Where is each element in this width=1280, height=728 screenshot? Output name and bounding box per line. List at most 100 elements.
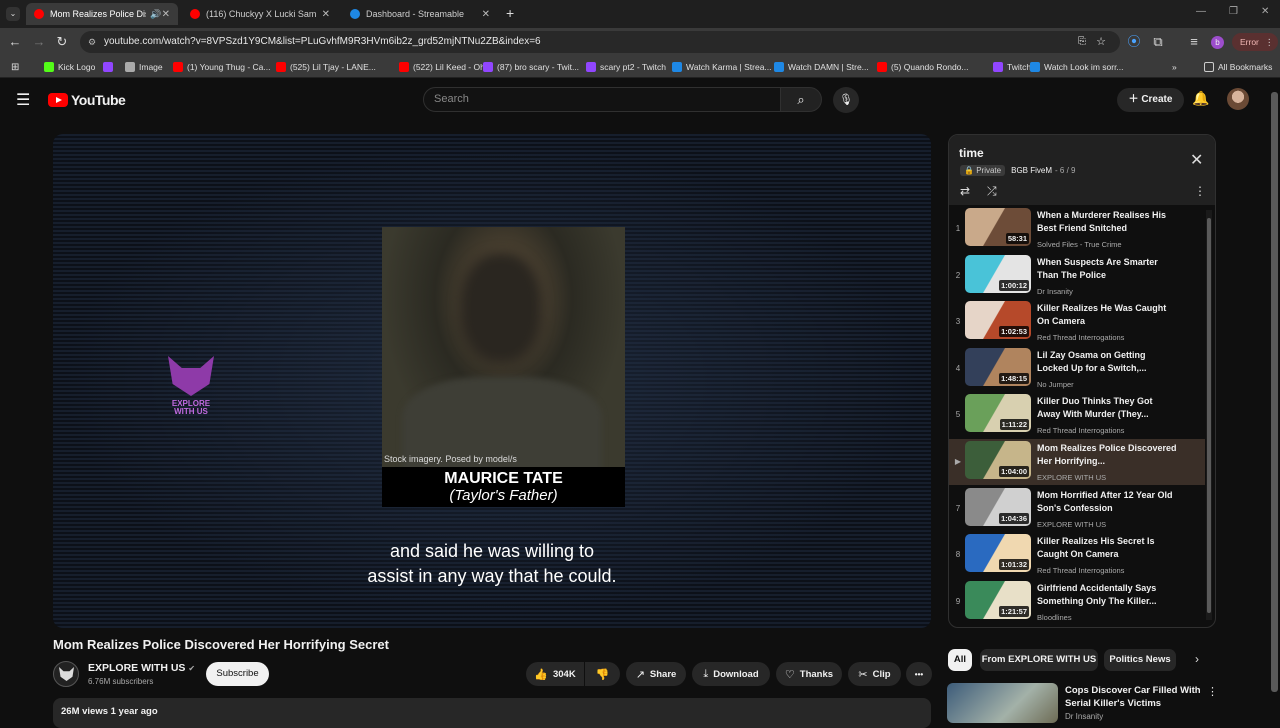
microphone-icon[interactable]: 🎙: [833, 87, 859, 113]
bookmark-item[interactable]: (87) bro scary - Twit...: [483, 59, 579, 75]
install-app-icon[interactable]: ⎘: [1078, 31, 1086, 53]
loop-icon[interactable]: ⇄: [960, 184, 970, 198]
forward-arrow-icon[interactable]: →: [31, 34, 47, 50]
chip-all[interactable]: All: [948, 649, 972, 671]
page-scroll-thumb[interactable]: [1271, 92, 1278, 692]
playlist-title[interactable]: time: [959, 146, 984, 160]
close-window-icon[interactable]: ✕: [1261, 6, 1269, 17]
site-info-icon[interactable]: ⚙: [88, 31, 96, 53]
bookmark-item[interactable]: Watch Look im sorr...: [1030, 59, 1124, 75]
profile-avatar-icon[interactable]: b: [1211, 36, 1224, 49]
search-input[interactable]: Search: [423, 87, 781, 112]
playlist-scroll-thumb[interactable]: [1207, 218, 1211, 613]
more-actions-button[interactable]: •••: [906, 662, 932, 686]
recommended-video[interactable]: Cops Discover Car Filled With Serial Kil…: [947, 683, 1227, 723]
playlist-item[interactable]: ▶ 1:04:00 Mom Realizes Police Discovered H…: [949, 439, 1205, 485]
close-playlist-icon[interactable]: ✕: [1190, 150, 1203, 170]
playlist-item[interactable]: 2 1:00:12 When Suspects Are Smarter Than T…: [949, 253, 1205, 299]
description-box[interactable]: 26M views 1 year ago: [53, 698, 931, 728]
bookmark-item[interactable]: scary pt2 - Twitch: [586, 59, 666, 75]
bookmark-item[interactable]: (5) Quando Rondo...: [877, 59, 969, 75]
channel-name[interactable]: EXPLORE WITH US ✔: [88, 662, 195, 674]
playlist-item-thumbnail[interactable]: 1:00:12: [965, 254, 1031, 293]
close-tab-icon[interactable]: ✕: [162, 9, 170, 20]
playlist-item[interactable]: 3 1:02:53 Killer Realizes He Was Caught On…: [949, 299, 1205, 345]
playlist-item[interactable]: 4 1:48:15 Lil Zay Osama on Getting Locked …: [949, 346, 1205, 392]
extensions-puzzle-icon[interactable]: ⧉: [1150, 34, 1166, 50]
shuffle-icon[interactable]: ⤮: [987, 184, 997, 199]
close-tab-icon[interactable]: ✕: [322, 9, 330, 20]
playlist-item-thumbnail[interactable]: 58:31: [965, 208, 1031, 246]
channel-name-text: EXPLORE WITH US: [88, 662, 186, 674]
bookmark-star-icon[interactable]: ☆: [1096, 31, 1106, 53]
playlist-item[interactable]: 5 1:11:22 Killer Duo Thinks They Got Away …: [949, 392, 1205, 438]
media-control-icon[interactable]: ≡: [1186, 34, 1202, 50]
maximize-icon[interactable]: ❐: [1229, 6, 1238, 17]
notification-bell-icon[interactable]: 🔔: [1192, 90, 1209, 107]
page-scrollbar[interactable]: [1271, 90, 1278, 720]
youtube-logo[interactable]: YouTube: [48, 92, 126, 108]
like-button[interactable]: 👍 304K: [526, 662, 584, 686]
bookmark-item[interactable]: Kick Logo: [44, 59, 95, 75]
profile-error-button[interactable]: Error ⋮: [1232, 33, 1278, 51]
playlist-item-thumbnail[interactable]: 1:04:00: [965, 441, 1031, 479]
playlist-item[interactable]: 8 1:01:32 Killer Realizes His Secret Is Ca…: [949, 532, 1205, 578]
playlist-item-index: 7: [955, 503, 961, 513]
all-bookmarks-link[interactable]: All Bookmarks: [1204, 59, 1272, 75]
search-icon[interactable]: ⌕: [780, 87, 822, 112]
chip-politics-news[interactable]: Politics News: [1104, 649, 1176, 671]
playlist-scrollbar[interactable]: [1206, 210, 1212, 620]
bookmark-item[interactable]: Twitch: [993, 59, 1031, 75]
close-tab-icon[interactable]: ✕: [482, 9, 490, 20]
playlist-owner[interactable]: BGB FiveM: [1011, 166, 1052, 175]
bookmarks-overflow-icon[interactable]: »: [1172, 59, 1177, 75]
share-button[interactable]: ↗ Share: [626, 662, 686, 686]
playlist-item[interactable]: 9 1:21:57 Girlfriend Accidentally Says Som…: [949, 579, 1205, 625]
url-bar[interactable]: ⚙ youtube.com/watch?v=8VPSzd1Y9CM&list=P…: [80, 31, 1120, 53]
minimize-icon[interactable]: —: [1196, 6, 1206, 17]
apps-grid-icon[interactable]: ⊞: [11, 59, 19, 75]
duration-badge: 58:31: [1005, 233, 1029, 244]
hamburger-menu-icon[interactable]: ☰: [16, 90, 30, 110]
thanks-button[interactable]: ♡ Thanks: [776, 662, 842, 686]
clip-button[interactable]: ✂ Clip: [848, 662, 901, 686]
chip-from-channel[interactable]: From EXPLORE WITH US: [980, 649, 1098, 671]
tab-youtube-video[interactable]: Mom Realizes Police Disco 🔊 ✕: [26, 3, 178, 25]
verified-badge-icon: ✔: [188, 664, 196, 673]
chips-next-icon[interactable]: ›: [1195, 652, 1199, 666]
playlist-item-thumbnail[interactable]: 1:01:32: [965, 534, 1031, 573]
tab-chuckyy[interactable]: (116) Chuckyy X Lucki Sample T ✕: [182, 3, 338, 25]
bookmark-item[interactable]: (522) Lil Keed - Oh...: [399, 59, 492, 75]
bookmark-item[interactable]: (1) Young Thug - Ca...: [173, 59, 270, 75]
create-button[interactable]: ＋ Create: [1117, 88, 1184, 112]
playlist-item[interactable]: 7 1:04:36 Mom Horrified After 12 Year Old …: [949, 486, 1205, 532]
tab-streamable[interactable]: Dashboard - Streamable ✕: [342, 3, 498, 25]
youtube-header: ☰ YouTube Search ⌕ 🎙 ＋ Create 🔔: [0, 78, 1280, 122]
tab-search-button[interactable]: ⌄: [6, 7, 20, 21]
bookmark-item[interactable]: (525) Lil Tjay - LANE...: [276, 59, 376, 75]
playlist-item-thumbnail[interactable]: 1:11:22: [965, 394, 1031, 433]
bookmark-item[interactable]: Image: [125, 59, 163, 75]
playlist-item-thumbnail[interactable]: 1:02:53: [965, 301, 1031, 340]
subscribe-button[interactable]: Subscribe: [206, 662, 269, 686]
account-avatar[interactable]: [1227, 88, 1249, 110]
video-player[interactable]: EXPLORE WITH US Stock imagery. Posed by …: [53, 134, 931, 628]
playlist-menu-icon[interactable]: ⋮: [1194, 184, 1206, 198]
reload-icon[interactable]: ↻: [54, 34, 70, 50]
playlist-item-thumbnail[interactable]: 1:21:57: [965, 580, 1031, 619]
bookmark-item[interactable]: [103, 59, 117, 75]
new-tab-button[interactable]: +: [506, 5, 514, 21]
channel-avatar[interactable]: [53, 661, 79, 687]
bookmark-item[interactable]: Watch Karma | Strea...: [672, 59, 772, 75]
download-button[interactable]: ⤓ Download: [692, 662, 770, 686]
extension-icon[interactable]: ⦿: [1126, 34, 1142, 50]
dislike-button[interactable]: 👎: [585, 662, 620, 686]
playlist-item[interactable]: 1 58:31 When a Murderer Realises His Best …: [949, 206, 1205, 252]
recommended-menu-icon[interactable]: ⋮: [1207, 685, 1218, 698]
bookmark-item[interactable]: Watch DAMN | Stre...: [774, 59, 869, 75]
playlist-item-thumbnail[interactable]: 1:04:36: [965, 487, 1031, 526]
recommended-thumbnail[interactable]: [947, 683, 1058, 723]
back-arrow-icon[interactable]: ←: [7, 34, 23, 50]
thumbs-down-icon: 👎: [595, 668, 610, 681]
playlist-item-thumbnail[interactable]: 1:48:15: [965, 347, 1031, 386]
